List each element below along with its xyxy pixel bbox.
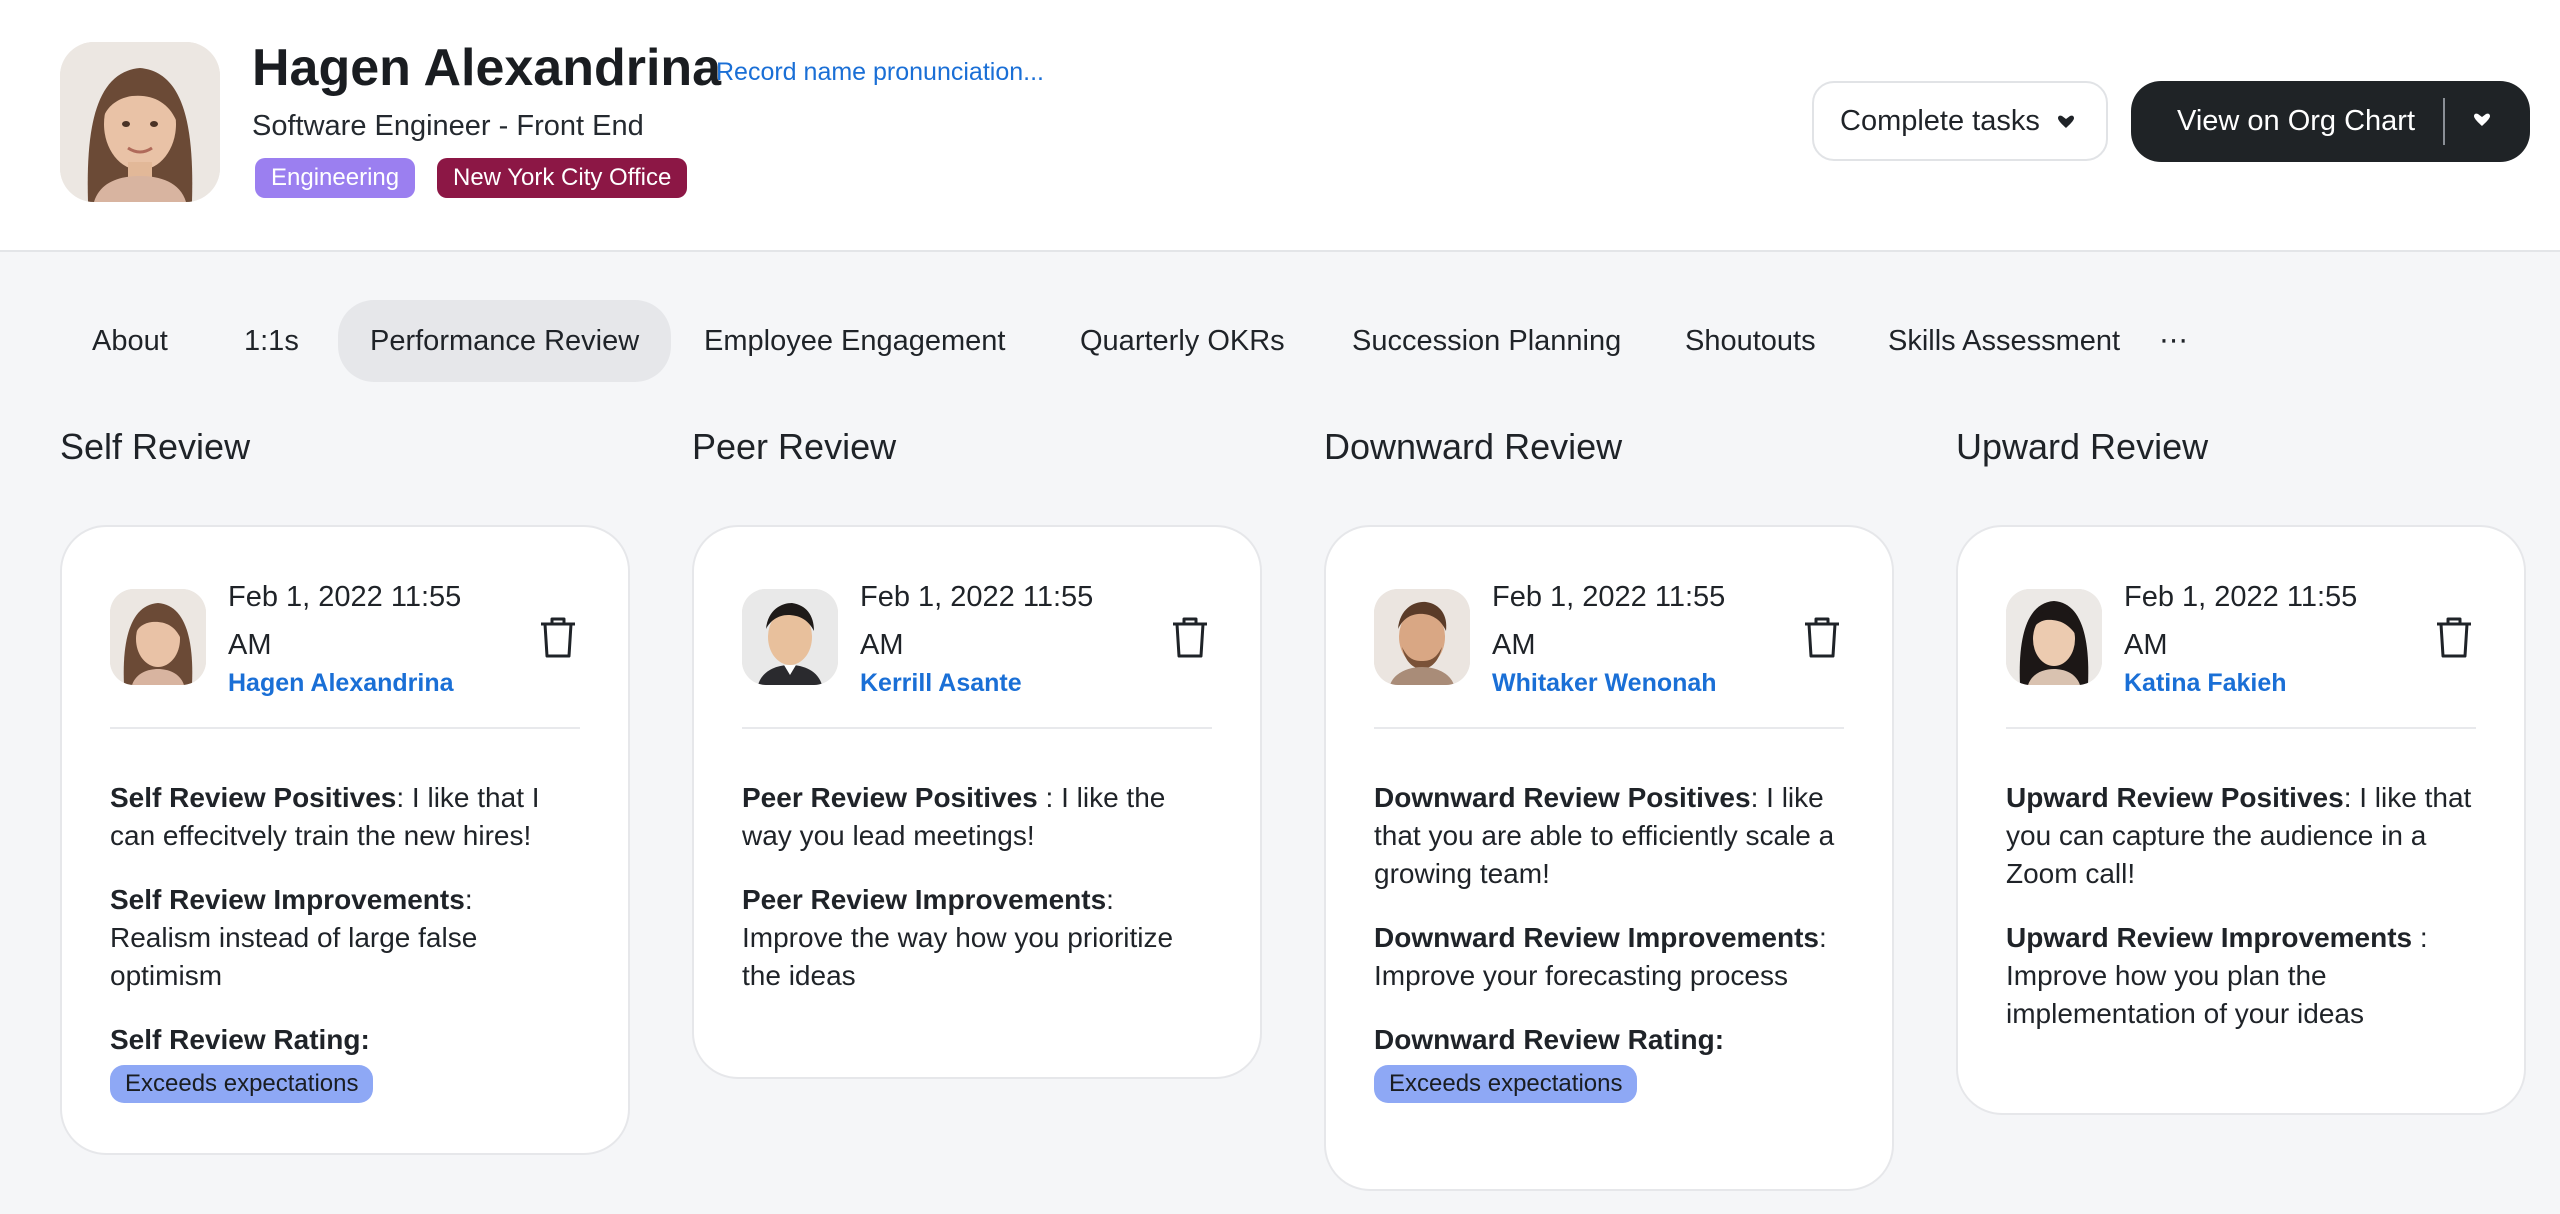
tab-quarterly-okrs[interactable]: Quarterly OKRs [1080,300,1285,382]
peer-review-heading: Peer Review [692,426,897,467]
trash-icon[interactable] [1170,615,1210,659]
self-review-card: Feb 1, 2022 11:55 AM Hagen Alexandrina S… [60,525,630,1155]
tab-1-1s[interactable]: 1:1s [244,300,299,382]
review-positives: Upward Review Positives: I like that you… [2006,782,2472,889]
review-improvements: Downward Review Improvements: Improve yo… [1374,922,1827,991]
office-tag[interactable]: New York City Office [437,158,688,198]
trash-icon[interactable] [2434,615,2474,659]
avatar [1374,589,1470,685]
self-review-heading: Self Review [60,426,251,467]
review-body: Peer Review Positives : I like the way y… [742,779,1212,995]
review-date: Feb 1, 2022 11:55 AM [2124,581,2358,661]
review-improvements: Upward Review Improvements : Improve how… [2006,922,2428,1029]
review-improvements: Peer Review Improvements: Improve the wa… [742,884,1174,991]
tab-employee-engagement[interactable]: Employee Engagement [704,300,1005,382]
upward-review-heading: Upward Review [1956,426,2209,467]
card-divider [742,727,1212,729]
profile-avatar [60,42,220,202]
review-date: Feb 1, 2022 11:55 AM [860,581,1094,661]
tab-skills-assessment[interactable]: Skills Assessment [1888,300,2120,382]
review-author-link[interactable]: Whitaker Wenonah [1492,669,1717,698]
review-date: Feb 1, 2022 11:55 AM [228,581,462,661]
tab-performance-review[interactable]: Performance Review [338,300,672,382]
record-pronunciation-link[interactable]: Record name pronunciation... [716,58,1044,87]
profile-header: Hagen Alexandrina Record name pronunciat… [0,0,2560,252]
button-divider [2443,98,2445,145]
avatar [110,589,206,685]
more-tabs-icon[interactable]: ⋯ [2159,300,2188,382]
trash-icon[interactable] [1802,615,1842,659]
avatar [742,589,838,685]
department-tag[interactable]: Engineering [255,158,416,198]
downward-review-card: Feb 1, 2022 11:55 AM Whitaker Wenonah Do… [1324,525,1894,1191]
review-author-link[interactable]: Katina Fakieh [2124,669,2287,698]
review-body: Downward Review Positives: I like that y… [1374,779,1844,1103]
upward-review-card: Feb 1, 2022 11:55 AM Katina Fakieh Upwar… [1956,525,2526,1115]
job-title: Software Engineer - Front End [252,110,644,142]
review-body: Upward Review Positives: I like that you… [2006,779,2476,1033]
trash-icon[interactable] [538,615,578,659]
downward-review-heading: Downward Review [1324,426,1623,467]
caret-down-icon[interactable] [2472,110,2492,130]
review-rating: Downward Review Rating: Exceeds expectati… [1374,1021,1844,1103]
rating-badge: Exceeds expectations [110,1065,374,1103]
caret-down-icon [2056,112,2076,132]
review-positives: Self Review Positives: I like that I can… [110,782,540,851]
review-positives: Peer Review Positives : I like the way y… [742,782,1166,851]
review-date: Feb 1, 2022 11:55 AM [1492,581,1726,661]
card-divider [110,727,580,729]
review-improvements: Self Review Improvements: Realism instea… [110,884,478,991]
rating-badge: Exceeds expectations [1374,1065,1638,1103]
avatar [2006,589,2102,685]
card-divider [2006,727,2476,729]
view-org-chart-button[interactable]: View on Org Chart [2131,81,2530,162]
tab-about[interactable]: About [92,300,168,382]
profile-name: Hagen Alexandrina [252,39,722,97]
review-positives: Downward Review Positives: I like that y… [1374,782,1835,889]
review-author-link[interactable]: Hagen Alexandrina [228,669,454,698]
review-rating: Self Review Rating: Exceeds expectations [110,1021,580,1103]
tab-shoutouts[interactable]: Shoutouts [1685,300,1816,382]
review-body: Self Review Positives: I like that I can… [110,779,580,1103]
review-author-link[interactable]: Kerrill Asante [860,669,1022,698]
tab-succession-planning[interactable]: Succession Planning [1352,300,1621,382]
peer-review-card: Feb 1, 2022 11:55 AM Kerrill Asante Peer… [692,525,1262,1079]
view-org-chart-label: View on Org Chart [2177,105,2416,137]
complete-tasks-label: Complete tasks [1840,104,2040,137]
card-divider [1374,727,1844,729]
complete-tasks-button[interactable]: Complete tasks [1812,81,2108,161]
